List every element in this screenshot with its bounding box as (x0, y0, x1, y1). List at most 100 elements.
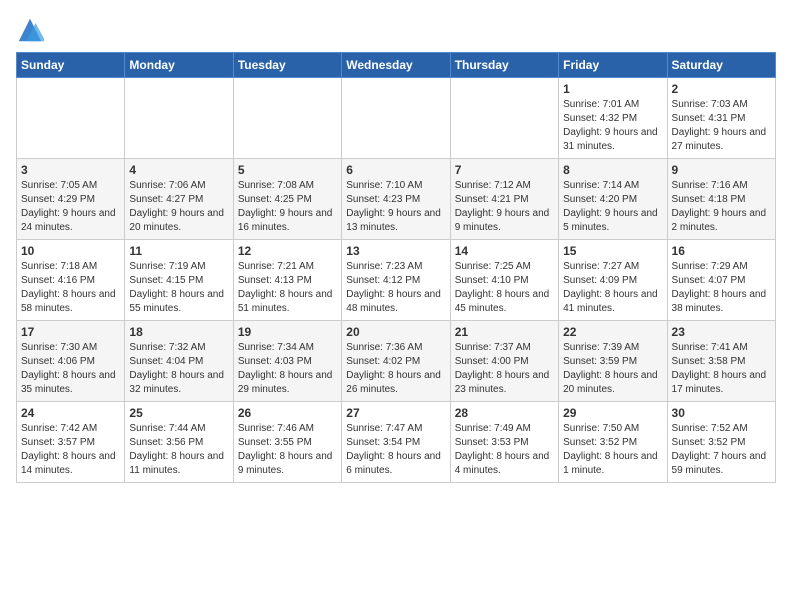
day-number: 6 (346, 163, 445, 177)
day-number: 2 (672, 82, 771, 96)
day-number: 7 (455, 163, 554, 177)
day-info: Sunrise: 7:25 AM Sunset: 4:10 PM Dayligh… (455, 261, 550, 314)
day-info: Sunrise: 7:34 AM Sunset: 4:03 PM Dayligh… (238, 342, 333, 395)
day-info: Sunrise: 7:23 AM Sunset: 4:12 PM Dayligh… (346, 261, 441, 314)
day-number: 5 (238, 163, 337, 177)
day-number: 22 (563, 325, 662, 339)
day-info: Sunrise: 7:29 AM Sunset: 4:07 PM Dayligh… (672, 261, 767, 314)
day-info: Sunrise: 7:05 AM Sunset: 4:29 PM Dayligh… (21, 180, 116, 233)
calendar-cell (450, 78, 558, 159)
day-number: 20 (346, 325, 445, 339)
calendar-cell: 25 Sunrise: 7:44 AM Sunset: 3:56 PM Dayli… (125, 402, 233, 483)
day-info: Sunrise: 7:12 AM Sunset: 4:21 PM Dayligh… (455, 180, 550, 233)
calendar-cell: 1 Sunrise: 7:01 AM Sunset: 4:32 PM Daylig… (559, 78, 667, 159)
day-info: Sunrise: 7:41 AM Sunset: 3:58 PM Dayligh… (672, 342, 767, 395)
calendar-cell: 15 Sunrise: 7:27 AM Sunset: 4:09 PM Dayli… (559, 240, 667, 321)
day-info: Sunrise: 7:32 AM Sunset: 4:04 PM Dayligh… (129, 342, 224, 395)
day-info: Sunrise: 7:30 AM Sunset: 4:06 PM Dayligh… (21, 342, 116, 395)
day-number: 25 (129, 406, 228, 420)
day-number: 14 (455, 244, 554, 258)
calendar-cell: 29 Sunrise: 7:50 AM Sunset: 3:52 PM Dayli… (559, 402, 667, 483)
calendar-cell: 19 Sunrise: 7:34 AM Sunset: 4:03 PM Dayli… (233, 321, 341, 402)
day-number: 17 (21, 325, 120, 339)
calendar-cell: 2 Sunrise: 7:03 AM Sunset: 4:31 PM Daylig… (667, 78, 775, 159)
calendar-cell: 30Sunrise: 7:52 AM Sunset: 3:52 PM Dayli… (667, 402, 775, 483)
calendar-cell: 26 Sunrise: 7:46 AM Sunset: 3:55 PM Dayli… (233, 402, 341, 483)
day-headers-row: SundayMondayTuesdayWednesdayThursdayFrid… (17, 53, 776, 78)
calendar-cell (342, 78, 450, 159)
day-info: Sunrise: 7:03 AM Sunset: 4:31 PM Dayligh… (672, 99, 767, 152)
day-number: 23 (672, 325, 771, 339)
day-header-monday: Monday (125, 53, 233, 78)
calendar-cell: 18 Sunrise: 7:32 AM Sunset: 4:04 PM Dayli… (125, 321, 233, 402)
day-number: 9 (672, 163, 771, 177)
day-number: 4 (129, 163, 228, 177)
day-info: Sunrise: 7:44 AM Sunset: 3:56 PM Dayligh… (129, 423, 224, 476)
day-number: 21 (455, 325, 554, 339)
day-number: 8 (563, 163, 662, 177)
week-row-2: 3 Sunrise: 7:05 AM Sunset: 4:29 PM Daylig… (17, 159, 776, 240)
day-number: 30 (672, 406, 771, 420)
day-header-sunday: Sunday (17, 53, 125, 78)
day-number: 28 (455, 406, 554, 420)
day-number: 19 (238, 325, 337, 339)
day-number: 1 (563, 82, 662, 96)
day-header-thursday: Thursday (450, 53, 558, 78)
calendar-cell: 5 Sunrise: 7:08 AM Sunset: 4:25 PM Daylig… (233, 159, 341, 240)
week-row-5: 24Sunrise: 7:42 AM Sunset: 3:57 PM Dayli… (17, 402, 776, 483)
calendar-cell: 10Sunrise: 7:18 AM Sunset: 4:16 PM Dayli… (17, 240, 125, 321)
day-info: Sunrise: 7:18 AM Sunset: 4:16 PM Dayligh… (21, 261, 116, 314)
calendar-cell: 8 Sunrise: 7:14 AM Sunset: 4:20 PM Daylig… (559, 159, 667, 240)
day-number: 27 (346, 406, 445, 420)
day-info: Sunrise: 7:36 AM Sunset: 4:02 PM Dayligh… (346, 342, 441, 395)
calendar-header: SundayMondayTuesdayWednesdayThursdayFrid… (17, 53, 776, 78)
day-number: 18 (129, 325, 228, 339)
week-row-4: 17 Sunrise: 7:30 AM Sunset: 4:06 PM Dayli… (17, 321, 776, 402)
day-number: 16 (672, 244, 771, 258)
week-row-3: 10Sunrise: 7:18 AM Sunset: 4:16 PM Dayli… (17, 240, 776, 321)
day-number: 24 (21, 406, 120, 420)
calendar-cell: 17 Sunrise: 7:30 AM Sunset: 4:06 PM Dayli… (17, 321, 125, 402)
calendar-cell: 6 Sunrise: 7:10 AM Sunset: 4:23 PM Daylig… (342, 159, 450, 240)
day-info: Sunrise: 7:50 AM Sunset: 3:52 PM Dayligh… (563, 423, 658, 476)
calendar-cell: 28 Sunrise: 7:49 AM Sunset: 3:53 PM Dayli… (450, 402, 558, 483)
calendar-cell: 3 Sunrise: 7:05 AM Sunset: 4:29 PM Daylig… (17, 159, 125, 240)
calendar-cell: 21 Sunrise: 7:37 AM Sunset: 4:00 PM Dayli… (450, 321, 558, 402)
day-info: Sunrise: 7:37 AM Sunset: 4:00 PM Dayligh… (455, 342, 550, 395)
day-info: Sunrise: 7:47 AM Sunset: 3:54 PM Dayligh… (346, 423, 441, 476)
calendar-cell: 13Sunrise: 7:23 AM Sunset: 4:12 PM Dayli… (342, 240, 450, 321)
calendar-cell (17, 78, 125, 159)
day-number: 29 (563, 406, 662, 420)
day-number: 12 (238, 244, 337, 258)
calendar-cell: 12 Sunrise: 7:21 AM Sunset: 4:13 PM Dayli… (233, 240, 341, 321)
calendar-cell: 9Sunrise: 7:16 AM Sunset: 4:18 PM Daylig… (667, 159, 775, 240)
day-info: Sunrise: 7:21 AM Sunset: 4:13 PM Dayligh… (238, 261, 333, 314)
day-number: 15 (563, 244, 662, 258)
day-info: Sunrise: 7:39 AM Sunset: 3:59 PM Dayligh… (563, 342, 658, 395)
calendar-cell: 23 Sunrise: 7:41 AM Sunset: 3:58 PM Dayli… (667, 321, 775, 402)
day-info: Sunrise: 7:27 AM Sunset: 4:09 PM Dayligh… (563, 261, 658, 314)
day-info: Sunrise: 7:49 AM Sunset: 3:53 PM Dayligh… (455, 423, 550, 476)
calendar-cell: 7 Sunrise: 7:12 AM Sunset: 4:21 PM Daylig… (450, 159, 558, 240)
day-header-friday: Friday (559, 53, 667, 78)
day-number: 11 (129, 244, 228, 258)
day-info: Sunrise: 7:14 AM Sunset: 4:20 PM Dayligh… (563, 180, 658, 233)
header (16, 16, 776, 44)
day-header-tuesday: Tuesday (233, 53, 341, 78)
calendar-body: 1 Sunrise: 7:01 AM Sunset: 4:32 PM Daylig… (17, 78, 776, 483)
week-row-1: 1 Sunrise: 7:01 AM Sunset: 4:32 PM Daylig… (17, 78, 776, 159)
day-info: Sunrise: 7:08 AM Sunset: 4:25 PM Dayligh… (238, 180, 333, 233)
day-info: Sunrise: 7:01 AM Sunset: 4:32 PM Dayligh… (563, 99, 658, 152)
day-info: Sunrise: 7:06 AM Sunset: 4:27 PM Dayligh… (129, 180, 224, 233)
day-header-wednesday: Wednesday (342, 53, 450, 78)
day-info: Sunrise: 7:10 AM Sunset: 4:23 PM Dayligh… (346, 180, 441, 233)
calendar-cell: 24Sunrise: 7:42 AM Sunset: 3:57 PM Dayli… (17, 402, 125, 483)
logo (16, 16, 48, 44)
calendar-cell: 20 Sunrise: 7:36 AM Sunset: 4:02 PM Dayli… (342, 321, 450, 402)
day-info: Sunrise: 7:19 AM Sunset: 4:15 PM Dayligh… (129, 261, 224, 314)
day-info: Sunrise: 7:46 AM Sunset: 3:55 PM Dayligh… (238, 423, 333, 476)
day-number: 26 (238, 406, 337, 420)
calendar-cell: 16 Sunrise: 7:29 AM Sunset: 4:07 PM Dayli… (667, 240, 775, 321)
day-number: 3 (21, 163, 120, 177)
calendar-cell: 14 Sunrise: 7:25 AM Sunset: 4:10 PM Dayli… (450, 240, 558, 321)
